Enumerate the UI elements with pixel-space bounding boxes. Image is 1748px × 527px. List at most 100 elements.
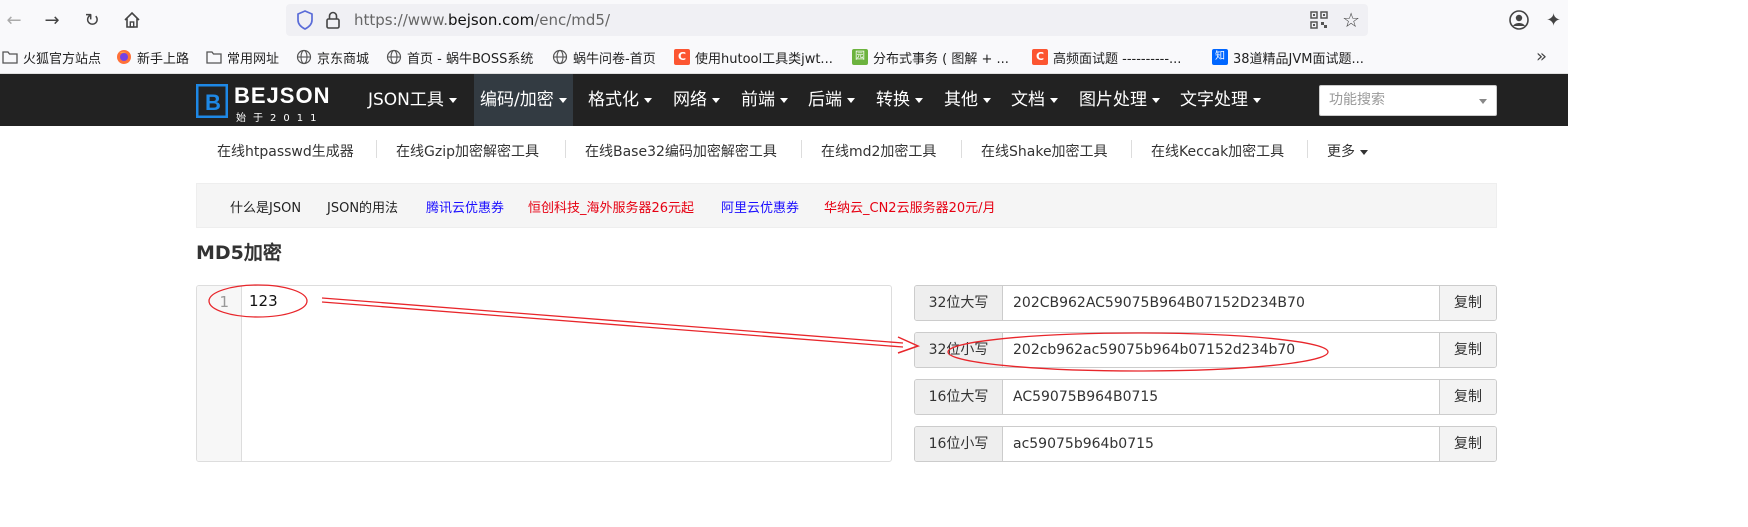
csdn-icon: C [674, 49, 690, 65]
url-text[interactable]: https://www.bejson.com/enc/md5/ [354, 11, 610, 29]
firefox-icon [117, 50, 131, 64]
result-value[interactable]: 202CB962AC59075B964B07152D234B70 [1013, 286, 1305, 320]
sub-navigation: 在线htpasswd生成器 在线Gzip加密解密工具 在线Base32编码加密解… [196, 126, 1496, 174]
result-value[interactable]: AC59075B964B0715 [1013, 380, 1158, 414]
divider [1307, 140, 1308, 158]
menu-frontend[interactable]: 前端 [735, 74, 794, 126]
result-row-16-lower: 16位小写 ac59075b964b0715 复制 [914, 426, 1497, 462]
divider [1131, 140, 1132, 158]
globe-icon [296, 49, 312, 65]
bookmark-label: 火狐官方站点 [23, 51, 102, 67]
copy-button[interactable]: 复制 [1439, 427, 1496, 461]
home-icon[interactable] [120, 8, 144, 32]
bookmark-item[interactable]: 首页 - 蜗牛BOSS系统 [386, 48, 534, 67]
menu-convert[interactable]: 转换 [870, 74, 929, 126]
result-value[interactable]: ac59075b964b0715 [1013, 427, 1154, 461]
divider [376, 140, 377, 158]
lock-icon[interactable] [324, 10, 342, 30]
bookmark-item[interactable]: 常用网址 [206, 48, 280, 67]
page-title: MD5加密 [196, 242, 282, 264]
menu-network[interactable]: 网络 [667, 74, 726, 126]
bookmark-label: 常用网址 [227, 51, 280, 67]
subnav-shake[interactable]: 在线Shake加密工具 [981, 141, 1108, 161]
menu-json-tools[interactable]: JSON工具 [362, 74, 463, 126]
menu-image[interactable]: 图片处理 [1073, 74, 1166, 126]
editor-content[interactable]: 123 [249, 292, 278, 310]
bookmark-item[interactable]: 火狐官方站点 [2, 48, 102, 67]
svg-text:B: B [205, 90, 221, 115]
result-row-16-upper: 16位大写 AC59075B964B0715 复制 [914, 379, 1497, 415]
menu-backend[interactable]: 后端 [802, 74, 861, 126]
feature-search-select[interactable]: 功能搜索 [1319, 85, 1497, 116]
copy-button[interactable]: 复制 [1439, 286, 1496, 320]
promo-link[interactable]: 阿里云优惠券 [721, 197, 799, 216]
bookmark-label: 蜗牛问卷-首页 [573, 51, 656, 67]
chevron-double-right-icon[interactable]: » [1536, 46, 1547, 67]
promo-link[interactable]: 恒创科技_海外服务器26元起 [528, 197, 694, 216]
copy-button[interactable]: 复制 [1439, 380, 1496, 414]
bookmark-item[interactable]: 蜗牛问卷-首页 [552, 48, 656, 67]
bookmark-item[interactable]: 知 38道精品JVM面试题... [1212, 48, 1364, 67]
logo-subtitle: 始于2011 [236, 113, 324, 124]
subnav-keccak[interactable]: 在线Keccak加密工具 [1151, 141, 1284, 161]
globe-icon [552, 49, 568, 65]
blog-icon: 园 [852, 49, 868, 65]
subnav-htpasswd[interactable]: 在线htpasswd生成器 [217, 141, 354, 161]
bookmark-label: 新手上路 [137, 51, 190, 67]
globe-icon [386, 49, 402, 65]
site-logo[interactable]: B BEJSON 始于2011 [196, 82, 336, 124]
menu-docs[interactable]: 文档 [1005, 74, 1064, 126]
address-bar[interactable]: https://www.bejson.com/enc/md5/ ☆ [286, 4, 1368, 36]
result-label: 32位大写 [915, 286, 1003, 320]
folder-icon [206, 51, 222, 64]
subnav-gzip[interactable]: 在线Gzip加密解密工具 [396, 141, 539, 161]
promo-link[interactable]: JSON的用法 [327, 197, 398, 216]
line-gutter: 1 [197, 286, 242, 461]
bookmark-label: 分布式事务 ( 图解 + ... [873, 51, 1009, 67]
bookmark-item[interactable]: C 高频面试题 ----------... [1032, 48, 1182, 67]
md5-input-editor[interactable]: 1 123 [196, 285, 892, 462]
menu-formatting[interactable]: 格式化 [582, 74, 658, 126]
back-arrow-icon[interactable]: ← [2, 8, 26, 32]
copy-button[interactable]: 复制 [1439, 333, 1496, 367]
extensions-icon[interactable]: ✦ [1546, 10, 1566, 31]
promo-link[interactable]: 腾讯云优惠券 [426, 197, 504, 216]
account-icon[interactable] [1508, 9, 1530, 31]
shield-icon[interactable] [296, 10, 314, 30]
result-label: 16位小写 [915, 427, 1003, 461]
bookmark-label: 首页 - 蜗牛BOSS系统 [407, 51, 534, 67]
result-label: 32位小写 [915, 333, 1003, 367]
bookmark-label: 高频面试题 ----------... [1053, 51, 1182, 67]
subnav-more[interactable]: 更多 [1327, 141, 1368, 161]
logo-text: BEJSON [234, 83, 331, 108]
qr-code-icon[interactable] [1310, 11, 1328, 29]
reload-icon[interactable]: ↻ [80, 8, 104, 32]
csdn-icon: C [1032, 49, 1048, 65]
result-row-32-upper: 32位大写 202CB962AC59075B964B07152D234B70 复… [914, 285, 1497, 321]
bookmark-star-icon[interactable]: ☆ [1342, 8, 1360, 32]
forward-arrow-icon[interactable]: → [40, 8, 64, 32]
bookmark-item[interactable]: 京东商城 [296, 48, 370, 67]
subnav-base32[interactable]: 在线Base32编码加密解密工具 [585, 141, 777, 161]
browser-toolbar: ← → ↻ https://www.bejson.com/enc/md5/ ☆ … [0, 0, 1568, 40]
menu-other[interactable]: 其他 [938, 74, 997, 126]
bookmarks-bar: 火狐官方站点 新手上路 常用网址 京东商城 首页 - 蜗牛BOSS系统 蜗牛问卷… [0, 40, 1568, 74]
line-number: 1 [219, 293, 229, 311]
bejson-logo-icon: B [196, 84, 228, 118]
result-value[interactable]: 202cb962ac59075b964b07152d234b70 [1013, 333, 1295, 367]
promo-bar: 什么是JSON JSON的用法 腾讯云优惠券 恒创科技_海外服务器26元起 阿里… [196, 183, 1497, 228]
bookmark-item[interactable]: 新手上路 [116, 48, 190, 67]
bookmark-item[interactable]: 园 分布式事务 ( 图解 + ... [852, 48, 1009, 67]
result-row-32-lower: 32位小写 202cb962ac59075b964b07152d234b70 复… [914, 332, 1497, 368]
menu-text[interactable]: 文字处理 [1174, 74, 1267, 126]
subnav-md2[interactable]: 在线md2加密工具 [821, 141, 936, 161]
promo-link[interactable]: 什么是JSON [230, 197, 301, 216]
bookmark-label: 京东商城 [317, 51, 370, 67]
folder-icon [2, 51, 18, 64]
divider [565, 140, 566, 158]
site-navbar: B BEJSON 始于2011 JSON工具 编码/加密 格式化 网络 前端 后… [0, 74, 1568, 126]
promo-link[interactable]: 华纳云_CN2云服务器20元/月 [824, 197, 996, 216]
menu-encoding-encryption[interactable]: 编码/加密 [474, 74, 573, 126]
divider [961, 140, 962, 158]
bookmark-item[interactable]: C 使用hutool工具类jwt... [674, 48, 833, 67]
